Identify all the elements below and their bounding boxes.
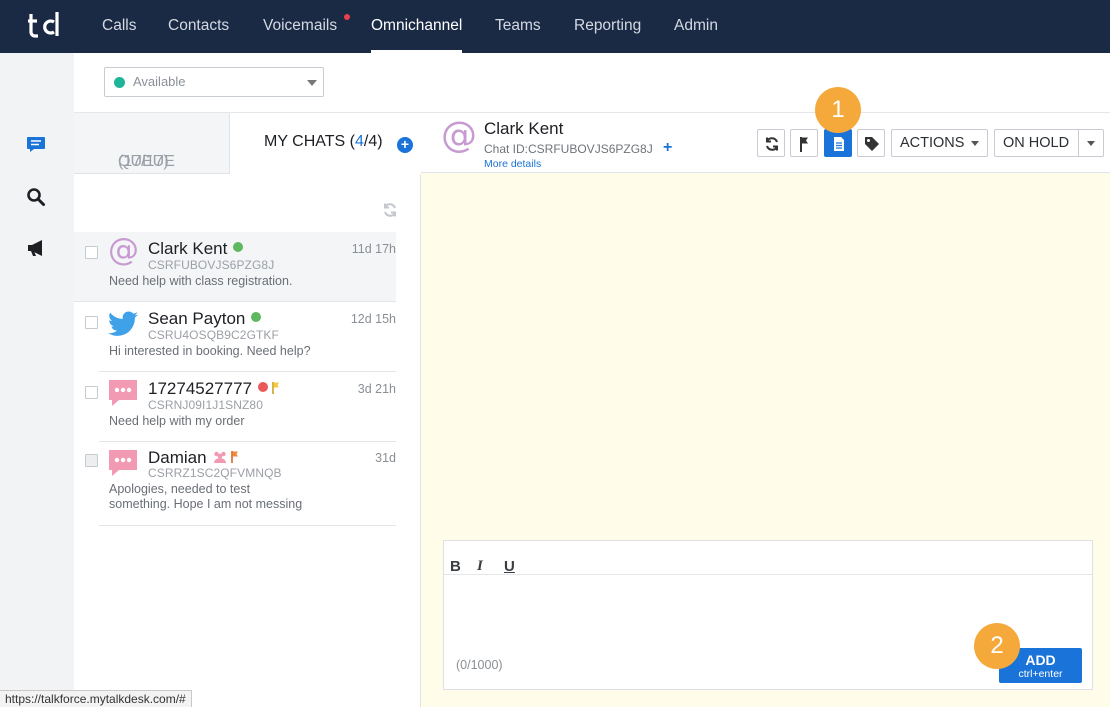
online-status-dot — [251, 312, 262, 322]
offline-status-dot — [258, 382, 269, 392]
conversation-contact-name: Clark Kent — [484, 119, 564, 138]
chat-age: 11d 17h — [351, 242, 396, 256]
bold-button[interactable]: B — [450, 558, 461, 575]
talkdesk-logo[interactable] — [28, 10, 62, 40]
sms-channel-icon — [109, 380, 137, 406]
tag-icon — [865, 137, 879, 151]
chat-list-item[interactable]: Damian CSRRZ1SC2QFVMNQB Apologies, neede… — [85, 442, 396, 526]
character-counter: (0/1000) — [456, 658, 503, 672]
chat-list-item[interactable]: 17274527777 CSRNJ09I1J1SNZ80 Need help w… — [85, 372, 396, 442]
flag-icon — [230, 451, 238, 463]
contact-name: 17274527777 — [148, 379, 280, 399]
chat-age: 12d 15h — [350, 312, 396, 326]
last-message: Hi interested in booking. Need help? — [109, 344, 311, 358]
tag-button[interactable] — [857, 129, 885, 157]
nav-calls[interactable]: Calls — [102, 0, 136, 53]
team-icon — [213, 451, 226, 463]
agent-status-value: Available — [133, 74, 186, 89]
contact-name: Damian — [148, 448, 239, 468]
chat-icon[interactable] — [26, 134, 46, 154]
nav-contacts[interactable]: Contacts — [168, 0, 229, 53]
top-navigation: Calls Contacts Voicemails Omnichannel Te… — [0, 0, 1110, 53]
notes-button[interactable] — [824, 129, 852, 157]
on-hold-dropdown[interactable]: ON HOLD — [994, 129, 1104, 157]
select-checkbox[interactable] — [85, 386, 98, 399]
agent-status-select[interactable]: Available — [104, 67, 324, 97]
email-channel-icon: @ — [108, 232, 139, 268]
nav-admin[interactable]: Admin — [674, 0, 718, 53]
new-chat-plus-icon[interactable]: + — [397, 137, 413, 153]
sms-channel-icon — [109, 450, 137, 476]
email-channel-icon: @ — [441, 115, 477, 156]
add-button-shortcut: ctrl+enter — [1018, 668, 1063, 680]
status-dot — [114, 77, 125, 88]
last-message: Apologies, needed to test something. Hope… — [109, 482, 303, 511]
italic-button[interactable]: I — [477, 558, 483, 575]
contact-name: Clark Kent — [148, 239, 244, 259]
add-contact-plus-icon[interactable]: + — [663, 139, 672, 157]
chat-list-item[interactable]: Sean Payton CSRU4OSQB9C2GTKF Hi interest… — [85, 302, 396, 372]
chevron-down-icon — [307, 80, 317, 86]
nav-reporting[interactable]: Reporting — [574, 0, 641, 53]
refresh-button[interactable] — [757, 129, 785, 157]
flag-icon — [800, 137, 808, 152]
chat-list-panel: QUEUE (17/17) MY CHATS (4/4) + @ Clark K… — [74, 113, 421, 707]
search-icon[interactable] — [26, 187, 46, 207]
dropdown-divider — [1078, 130, 1079, 156]
refresh-icon — [766, 137, 778, 151]
chat-id: CSRRZ1SC2QFVMNQB — [148, 466, 282, 480]
chat-id: CSRNJ09I1J1SNZ80 — [148, 398, 263, 412]
last-message: Need help with class registration. — [109, 274, 293, 288]
tab-queue[interactable]: QUEUE (17/17) — [74, 113, 230, 174]
conversation-chat-id: Chat ID:CSRFUBOVJS6PZG8J — [484, 142, 653, 156]
contact-name: Sean Payton — [148, 309, 262, 329]
chat-id: CSRU4OSQB9C2GTKF — [148, 328, 279, 342]
nav-voicemails[interactable]: Voicemails — [263, 0, 337, 53]
select-checkbox[interactable] — [85, 246, 98, 259]
status-bar: Available — [74, 53, 1110, 113]
step-badge-1: 1 — [815, 87, 861, 133]
tab-my-chats[interactable]: MY CHATS (4/4) + — [230, 113, 421, 174]
chevron-down-icon — [971, 141, 979, 146]
nav-teams[interactable]: Teams — [495, 0, 541, 53]
status-url-bar: https://talkforce.mytalkdesk.com/# — [0, 690, 192, 707]
select-checkbox[interactable] — [85, 316, 98, 329]
document-icon — [834, 137, 844, 151]
more-details-link[interactable]: More details — [484, 158, 541, 170]
nav-omnichannel[interactable]: Omnichannel — [371, 0, 462, 53]
flag-button[interactable] — [790, 129, 818, 157]
refresh-icon[interactable] — [382, 202, 398, 218]
select-checkbox[interactable] — [85, 454, 98, 467]
chat-age: 3d 21h — [357, 382, 396, 396]
voicemail-notification-dot — [344, 14, 350, 20]
editor-toolbar: B I U — [444, 541, 1092, 575]
left-rail — [0, 53, 74, 707]
flag-icon — [272, 382, 280, 394]
actions-dropdown[interactable]: ACTIONS — [891, 129, 988, 157]
tab-my-chats-label: MY CHATS (4/4) — [264, 133, 383, 150]
step-badge-2: 2 — [974, 623, 1020, 669]
chat-id: CSRFUBOVJS6PZG8J — [148, 258, 275, 272]
twitter-channel-icon — [108, 311, 138, 336]
conversation-header: @ Clark Kent Chat ID:CSRFUBOVJS6PZG8J + … — [421, 113, 1110, 173]
megaphone-icon[interactable] — [26, 238, 46, 258]
chat-list-item[interactable]: @ Clark Kent CSRFUBOVJS6PZG8J Need help … — [74, 232, 396, 302]
online-status-dot — [233, 242, 244, 252]
underline-button[interactable]: U — [504, 558, 515, 575]
chat-age: 31d — [375, 451, 396, 465]
chevron-down-icon[interactable] — [1087, 141, 1095, 146]
last-message: Need help with my order — [109, 414, 245, 428]
